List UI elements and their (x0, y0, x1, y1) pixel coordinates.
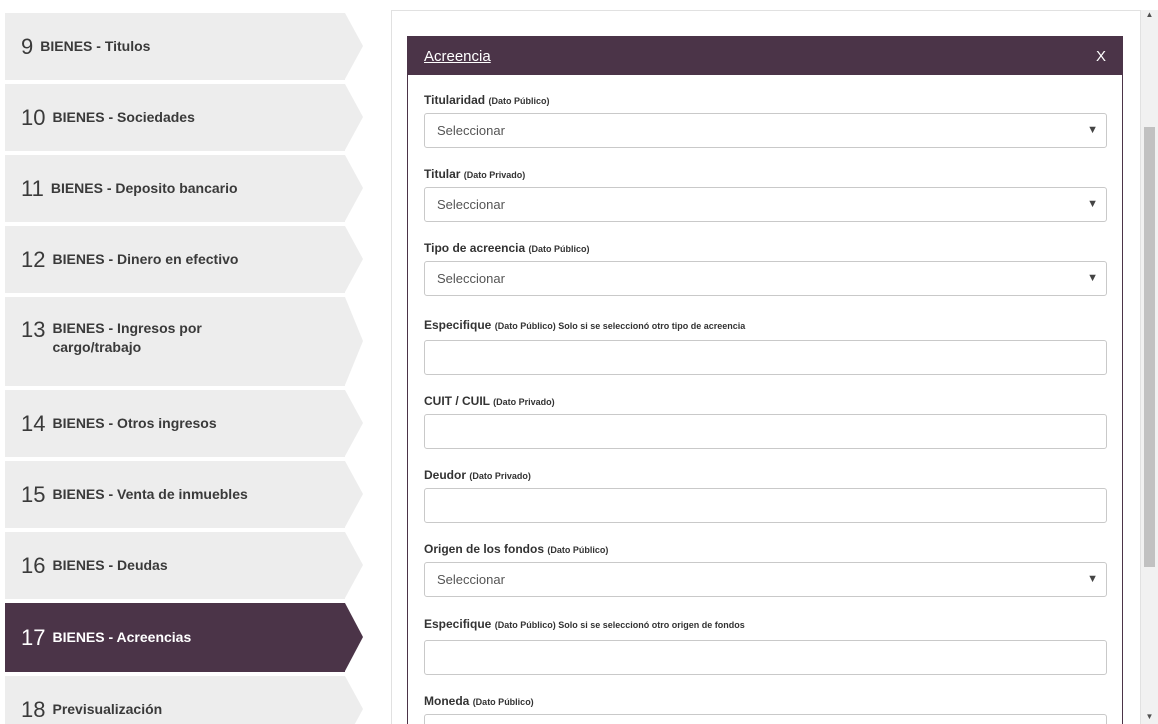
moneda-select[interactable] (424, 714, 1107, 724)
titular-field: Titular (Dato Privado) Seleccionar ▼ (424, 167, 1107, 222)
step-label: BIENES - Deudas (52, 557, 168, 573)
cuit-cuil-field: CUIT / CUIL (Dato Privado) (424, 394, 1107, 449)
chevron-down-icon: ▼ (1087, 573, 1098, 585)
modal-header: Acreencia X (408, 37, 1122, 75)
especifique-origen-field: Especifique (Dato Público) Solo si se se… (424, 617, 1107, 675)
step-number: 17 (21, 624, 46, 650)
field-label: Especifique (Dato Público) Solo si se se… (424, 617, 745, 631)
deudor-field: Deudor (Dato Privado) (424, 468, 1107, 523)
especifique-tipo-field: Especifique (Dato Público) Solo si se se… (424, 318, 1107, 375)
field-label: Titular (Dato Privado) (424, 167, 526, 181)
scrollbar-thumb[interactable] (1144, 127, 1155, 567)
step-label: BIENES - Ingresos por cargo/trabajo (52, 320, 202, 355)
tipo-acreencia-select[interactable]: Seleccionar ▼ (424, 261, 1107, 296)
chevron-down-icon: ▼ (1087, 198, 1098, 210)
step-label: BIENES - Titulos (40, 38, 151, 54)
moneda-field: Moneda (Dato Público) (424, 694, 1107, 724)
step-label: BIENES - Dinero en efectivo (52, 251, 239, 267)
wizard-steps: 9 BIENES - Titulos 10 BIENES - Sociedade… (0, 0, 365, 724)
step-10-sociedades[interactable]: 10 BIENES - Sociedades (5, 84, 363, 151)
step-17-acreencias[interactable]: 17 BIENES - Acreencias (5, 603, 363, 672)
field-label: Especifique (Dato Público) Solo si se se… (424, 318, 746, 332)
chevron-down-icon: ▼ (1087, 124, 1098, 136)
origen-fondos-field: Origen de los fondos (Dato Público) Sele… (424, 542, 1107, 597)
field-label: CUIT / CUIL (Dato Privado) (424, 394, 555, 408)
step-label: BIENES - Acreencias (52, 629, 192, 645)
especifique-tipo-input[interactable] (424, 340, 1107, 375)
step-number: 18 (21, 696, 46, 722)
step-15-venta-inmuebles[interactable]: 15 BIENES - Venta de inmuebles (5, 461, 363, 528)
step-number: 11 (21, 175, 44, 201)
step-number: 15 (21, 481, 46, 507)
cuit-cuil-input[interactable] (424, 414, 1107, 449)
step-label: BIENES - Venta de inmuebles (52, 486, 248, 502)
step-11-deposito-bancario[interactable]: 11 BIENES - Deposito bancario (5, 155, 363, 222)
select-value: Seleccionar (437, 123, 505, 138)
step-label: BIENES - Sociedades (52, 109, 195, 125)
modal-body: Titularidad (Dato Público) Seleccionar ▼… (408, 93, 1122, 724)
titularidad-select[interactable]: Seleccionar ▼ (424, 113, 1107, 148)
titularidad-field: Titularidad (Dato Público) Seleccionar ▼ (424, 93, 1107, 148)
step-label: BIENES - Otros ingresos (52, 415, 217, 431)
step-14-otros-ingresos[interactable]: 14 BIENES - Otros ingresos (5, 390, 363, 457)
field-label: Origen de los fondos (Dato Público) (424, 542, 609, 556)
especifique-origen-input[interactable] (424, 640, 1107, 675)
step-number: 16 (21, 552, 46, 578)
field-label: Deudor (Dato Privado) (424, 468, 531, 482)
close-button[interactable]: X (1096, 48, 1106, 65)
step-label: BIENES - Deposito bancario (50, 180, 238, 196)
step-number: 12 (21, 246, 46, 272)
origen-fondos-select[interactable]: Seleccionar ▼ (424, 562, 1107, 597)
select-value: Seleccionar (437, 572, 505, 587)
chevron-down-icon: ▼ (1087, 272, 1098, 284)
step-label: Previsualización (52, 701, 163, 717)
acreencia-modal: Acreencia X Titularidad (Dato Público) S… (407, 36, 1123, 724)
step-12-dinero-efectivo[interactable]: 12 BIENES - Dinero en efectivo (5, 226, 363, 293)
deudor-input[interactable] (424, 488, 1107, 523)
select-value: Seleccionar (437, 197, 505, 212)
field-label: Titularidad (Dato Público) (424, 93, 550, 107)
tipo-acreencia-field: Tipo de acreencia (Dato Público) Selecci… (424, 241, 1107, 296)
step-number: 9 (21, 33, 34, 59)
step-18-previsualizacion[interactable]: 18 Previsualización (5, 676, 363, 724)
step-16-deudas[interactable]: 16 BIENES - Deudas (5, 532, 363, 599)
step-number: 10 (21, 104, 46, 130)
scroll-down-icon[interactable]: ▼ (1141, 708, 1158, 724)
step-number: 14 (21, 410, 46, 436)
field-label: Tipo de acreencia (Dato Público) (424, 241, 590, 255)
step-13-ingresos-cargo[interactable]: 13 BIENES - Ingresos por cargo/trabajo (5, 297, 363, 386)
scrollbar[interactable]: ▲ ▼ (1141, 10, 1158, 724)
modal-title[interactable]: Acreencia (424, 48, 491, 65)
step-9-titulos[interactable]: 9 BIENES - Titulos (5, 13, 363, 80)
field-label: Moneda (Dato Público) (424, 694, 534, 708)
titular-select[interactable]: Seleccionar ▼ (424, 187, 1107, 222)
scroll-up-icon[interactable]: ▲ (1141, 6, 1158, 22)
select-value: Seleccionar (437, 271, 505, 286)
step-number: 13 (21, 317, 46, 342)
